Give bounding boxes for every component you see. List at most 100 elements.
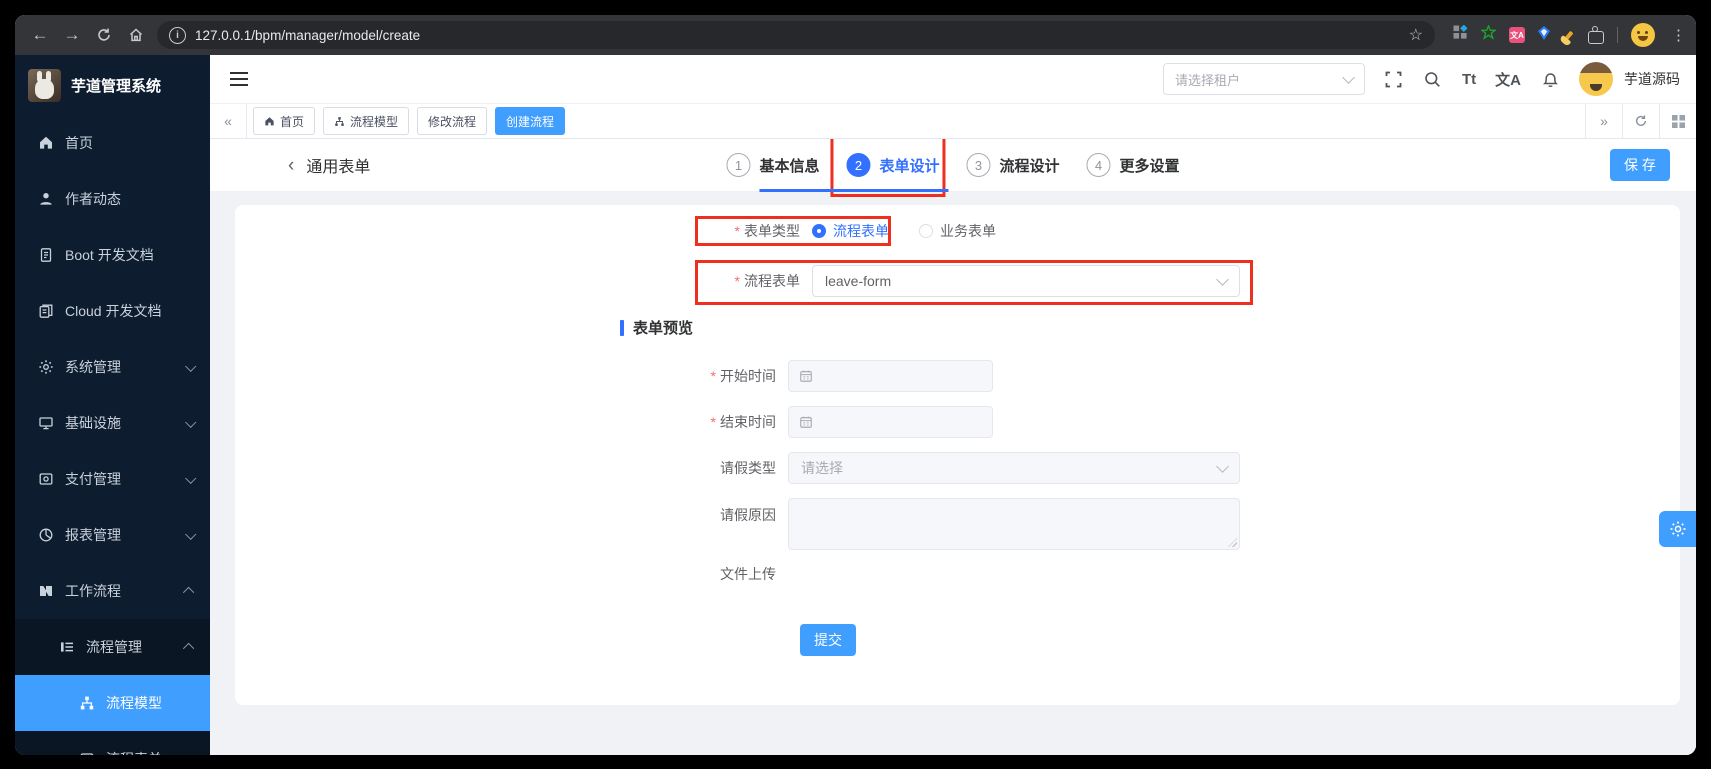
browser-toolbar: ← → 127.0.0.1/bpm/manager/model/create ☆ [15,15,1696,55]
reason-row: 请假原因 [235,498,1680,550]
step-form-design[interactable]: 2 表单设计 [759,139,949,197]
site-info-icon[interactable] [169,26,186,44]
reload-icon[interactable] [89,20,119,50]
fullscreen-icon[interactable] [1384,69,1404,89]
home-icon[interactable] [121,20,151,50]
tag-home[interactable]: 首页 [253,107,316,135]
extension-translate-icon[interactable]: 文A [1509,27,1525,43]
chevron-down-icon [185,416,197,428]
gear-icon [1670,521,1685,537]
end-time-label: * 结束时间 [710,414,776,430]
required-asterisk: * [710,368,716,384]
tags-list: 首页 流程模型 修改流程 创建流程 [247,107,1585,135]
tags-layout-icon[interactable] [1659,104,1696,138]
radio-business-form[interactable]: 业务表单 [919,221,996,241]
required-asterisk: * [734,223,740,239]
sidebar-item-boot-docs[interactable]: Boot 开发文档 [15,227,210,283]
tenant-placeholder: 请选择租户 [1174,72,1240,88]
chevron-down-icon [1216,459,1229,473]
tag-edit-process[interactable]: 修改流程 [417,107,488,135]
step-process-design[interactable]: 3 流程设计 [966,153,1060,177]
url-text[interactable]: 127.0.0.1/bpm/manager/model/create [195,28,420,43]
step-more-settings[interactable]: 4 更多设置 [1086,153,1180,177]
page-content: ‹ 通用表单 1 基本信息 2 表单设计 3 流程设计 4 更多设置 保 存 *… [210,139,1696,755]
back-icon[interactable]: ← [25,20,55,50]
calendar-icon [800,370,812,382]
sidebar-item-cloud-docs[interactable]: Cloud 开发文档 [15,283,210,339]
tag-create-process[interactable]: 创建流程 [495,107,566,135]
sidebar-item-infra[interactable]: 基础设施 [15,395,210,451]
form-icon [79,751,95,755]
user-icon [38,191,54,207]
forward-icon[interactable]: → [57,20,87,50]
chevron-up-icon [182,642,195,655]
sidebar-item-workflow[interactable]: 工作流程 [15,563,210,619]
payment-icon [38,471,54,487]
step-basic-info[interactable]: 1 基本信息 [726,153,819,177]
chevron-down-icon [1342,70,1355,84]
theme-settings-button[interactable] [1659,511,1696,547]
workflow-submenu: 流程管理 流程模型 流程表单 [15,619,210,755]
upload-label: 文件上传 [720,566,776,582]
tag-process-model[interactable]: 流程模型 [323,107,410,135]
end-time-row: * 结束时间 [235,406,1680,438]
extension-broom-icon[interactable] [1564,30,1574,40]
hamburger-icon[interactable] [230,72,248,86]
leave-type-row: 请假类型 请选择 [235,452,1680,484]
tags-scroll-left-icon[interactable]: « [210,104,247,138]
sidebar-item-payment[interactable]: 支付管理 [15,451,210,507]
leave-type-label: 请假类型 [720,460,776,476]
calendar-icon [800,416,812,428]
sidebar-item-home[interactable]: 首页 [15,115,210,171]
extension-star-icon[interactable] [1480,23,1497,45]
browser-profile-avatar[interactable] [1631,23,1655,47]
required-asterisk: * [710,414,716,430]
reason-label: 请假原因 [720,507,776,523]
chevron-left-icon: ‹ [288,154,295,176]
username[interactable]: 芋道源码 [1624,69,1680,89]
sidebar-item-process-model[interactable]: 流程模型 [15,675,210,731]
user-avatar[interactable] [1579,62,1613,96]
sidebar-item-report[interactable]: 报表管理 [15,507,210,563]
pie-chart-icon [38,527,54,543]
browser-menu-icon[interactable]: ⋮ [1671,26,1686,44]
back-nav[interactable]: ‹ 通用表单 [288,153,370,177]
tags-view-bar: « 首页 流程模型 修改流程 创建流程 » [210,104,1696,139]
end-time-input[interactable] [788,406,993,438]
tags-refresh-icon[interactable] [1622,104,1659,138]
process-form-select[interactable]: leave-form [812,265,1240,297]
locale-icon[interactable]: 文A [1495,69,1521,90]
radio-process-form[interactable]: 流程表单 [812,221,889,241]
section-accent-bar [620,319,624,336]
toolbar-divider [1617,27,1618,43]
sidebar-logo-row[interactable]: 芋道管理系统 [15,55,210,115]
save-button[interactable]: 保 存 [1610,149,1670,181]
reason-textarea[interactable] [788,498,1240,550]
process-form-value: leave-form [825,273,892,289]
start-time-input[interactable] [788,360,993,392]
app-root: 芋道管理系统 首页 作者动态 Boot 开发文档 Cloud 开发文档 系统管理… [15,55,1696,755]
home-icon [38,135,54,151]
sidebar-item-process-form[interactable]: 流程表单 [15,731,210,755]
submit-button[interactable]: 提交 [800,624,856,656]
extensions-puzzle-icon[interactable] [1588,26,1604,44]
gear-icon [38,359,54,375]
browser-window: ← → 127.0.0.1/bpm/manager/model/create ☆ [15,15,1696,755]
documents-icon [38,303,54,319]
tenant-select[interactable]: 请选择租户 [1162,63,1365,95]
tags-scroll-right-icon[interactable]: » [1585,104,1622,138]
leave-type-select[interactable]: 请选择 [788,452,1240,484]
extension-blocks-icon[interactable] [1453,24,1468,45]
bookmark-star-icon[interactable]: ☆ [1409,25,1423,45]
bell-icon[interactable] [1540,69,1560,89]
sidebar-menu: 首页 作者动态 Boot 开发文档 Cloud 开发文档 系统管理 基础设施 支… [15,115,210,755]
list-icon [59,639,75,655]
sidebar-item-author[interactable]: 作者动态 [15,171,210,227]
search-icon[interactable] [1423,69,1443,89]
sidebar-item-process-management[interactable]: 流程管理 [15,619,210,675]
extension-gem-icon[interactable] [1538,25,1550,45]
header-tools: 请选择租户 Tt 文A 芋道源码 [1162,62,1680,96]
address-bar[interactable]: 127.0.0.1/bpm/manager/model/create ☆ [157,21,1435,49]
sidebar-item-system[interactable]: 系统管理 [15,339,210,395]
font-size-icon[interactable]: Tt [1462,71,1476,88]
